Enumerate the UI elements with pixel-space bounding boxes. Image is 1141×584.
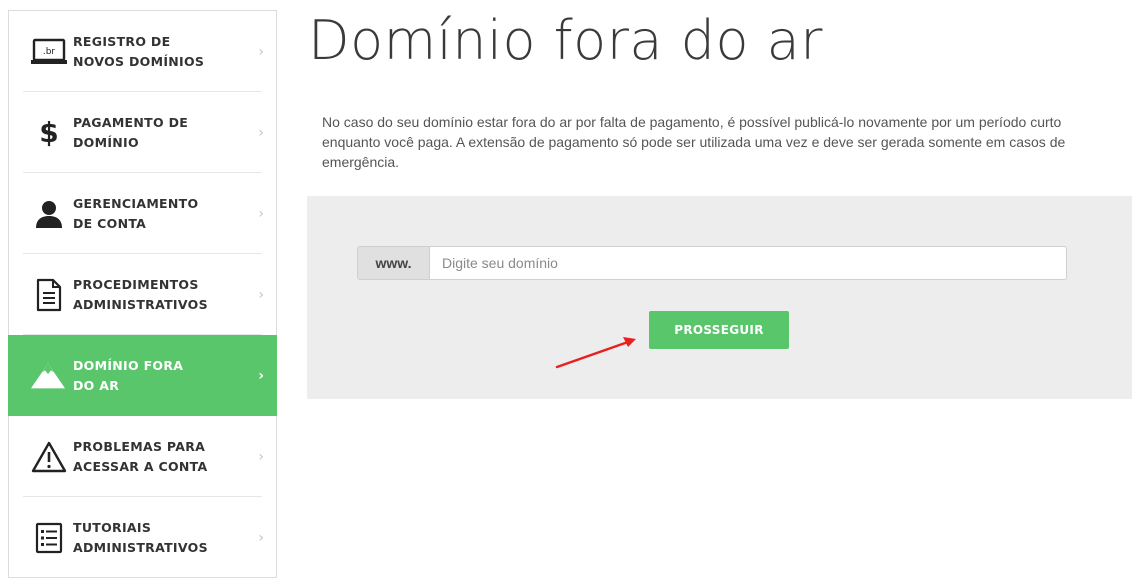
sidebar-item-gerenciamento[interactable]: GERENCIAMENTO DE CONTA ›	[9, 173, 276, 254]
chevron-right-icon: ›	[258, 124, 264, 141]
chevron-right-icon: ›	[258, 448, 264, 465]
sidebar-item-label: PAGAMENTO DE DOMÍNIO	[73, 114, 189, 150]
sidebar-nav: .br REGISTRO DE NOVOS DOMÍNIOS › $ PAGAM…	[8, 10, 277, 578]
document-icon	[31, 277, 67, 313]
chevron-right-icon: ›	[258, 43, 264, 60]
page-description: No caso do seu domínio estar fora do ar …	[322, 114, 1066, 170]
proceed-button[interactable]: PROSSEGUIR	[649, 311, 789, 349]
page-title: Domínio fora do ar	[308, 9, 823, 72]
www-prefix: www.	[357, 246, 429, 280]
warning-icon	[31, 439, 67, 475]
sidebar-item-procedimentos[interactable]: PROCEDIMENTOS ADMINISTRATIVOS ›	[9, 254, 276, 335]
chevron-right-icon: ›	[258, 286, 264, 303]
sidebar-item-label: PROCEDIMENTOS ADMINISTRATIVOS	[73, 276, 208, 312]
sidebar-item-problemas[interactable]: PROBLEMAS PARA ACESSAR A CONTA ›	[9, 416, 276, 497]
sidebar-item-pagamento[interactable]: $ PAGAMENTO DE DOMÍNIO ›	[9, 92, 276, 173]
svg-text:.br: .br	[43, 47, 56, 57]
sidebar-item-label: PROBLEMAS PARA ACESSAR A CONTA	[73, 438, 208, 474]
dollar-icon: $	[39, 116, 59, 149]
domain-form-panel: www. PROSSEGUIR	[307, 196, 1132, 399]
sidebar-item-label: TUTORIAIS ADMINISTRATIVOS	[73, 519, 208, 555]
sidebar-item-label: REGISTRO DE NOVOS DOMÍNIOS	[73, 33, 205, 69]
annotation-arrow-icon	[555, 337, 636, 369]
list-icon	[31, 520, 67, 556]
laptop-br-icon: .br	[31, 34, 67, 70]
chevron-right-icon: ›	[258, 205, 264, 222]
sidebar-item-label: DOMÍNIO FORA DO AR	[73, 357, 184, 393]
sidebar-item-dominio-fora[interactable]: DOMÍNIO FORA DO AR ›	[8, 335, 277, 416]
chevron-right-icon: ›	[258, 529, 264, 546]
user-icon	[31, 196, 67, 232]
sidebar-item-tutoriais[interactable]: TUTORIAIS ADMINISTRATIVOS ›	[9, 497, 276, 578]
sidebar-item-registro[interactable]: .br REGISTRO DE NOVOS DOMÍNIOS ›	[9, 11, 276, 92]
domain-input[interactable]	[429, 246, 1067, 280]
sidebar-item-label: GERENCIAMENTO DE CONTA	[73, 195, 199, 231]
chevron-right-icon: ›	[258, 367, 264, 384]
mountain-icon	[30, 358, 66, 394]
